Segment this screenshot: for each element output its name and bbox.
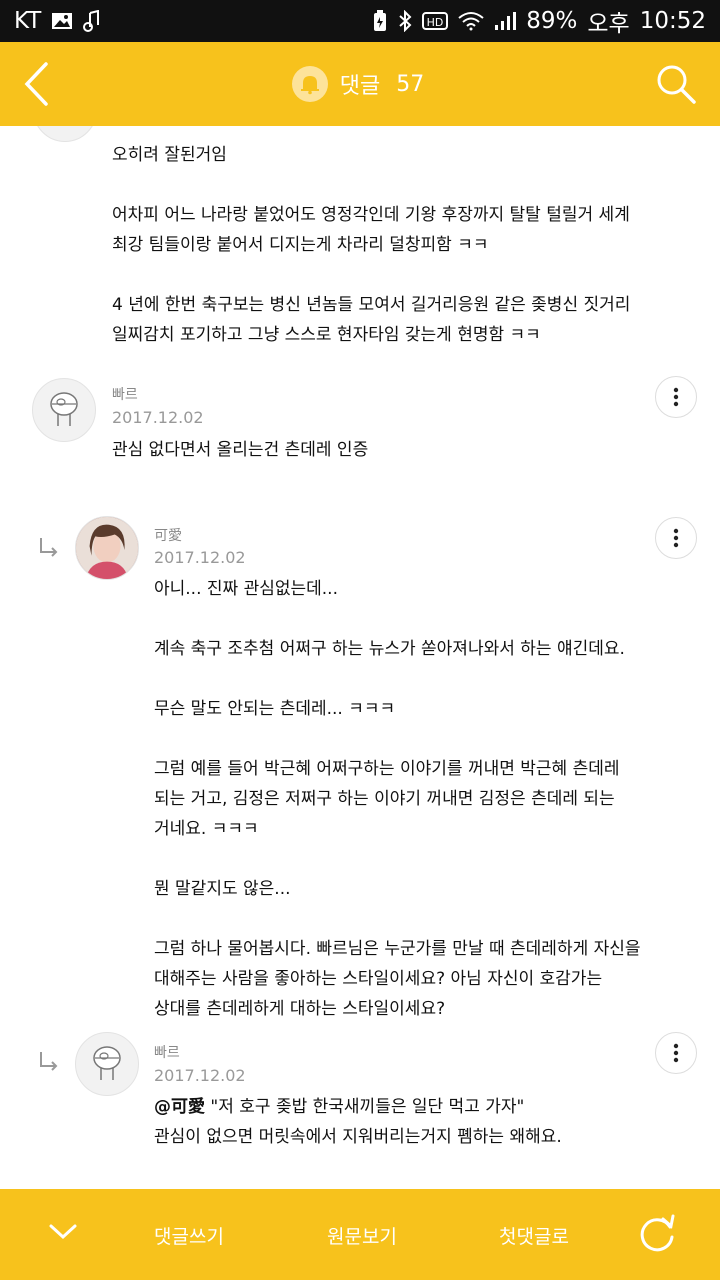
comment-body-rest: 관심이 없으면 머릿속에서 지워버리는거지 폠하는 왜해요. <box>154 1127 562 1147</box>
comment-author[interactable]: 빠르 <box>112 384 138 404</box>
comment-body: 아니... 진짜 관심없는데... 계속 축구 조추첨 어쩌구 하는 뉴스가 쏟… <box>154 579 641 1019</box>
comment-date: 2017.12.02 <box>154 1066 246 1085</box>
battery-percentage: 89% <box>526 8 578 34</box>
hd-icon: HD <box>422 11 449 31</box>
chevron-down-icon[interactable] <box>48 1223 78 1245</box>
comment-reply: 빠르 2017.12.02 @可愛 "저 호구 좆밥 한국새끼들은 일단 먹고 … <box>0 1032 720 1182</box>
clock-time: 10:52 <box>639 8 706 34</box>
comment-count: 57 <box>396 71 425 97</box>
more-options-button[interactable] <box>655 376 697 418</box>
bluetooth-icon <box>398 10 412 32</box>
status-bar: KT HD 89% 오후 10:52 <box>0 0 720 42</box>
comment-author[interactable]: 可愛 <box>154 525 182 545</box>
reply-arrow-icon <box>40 538 58 557</box>
header-title-group: 댓글 57 <box>291 66 425 102</box>
comment-reply: 可愛 2017.12.02 아니... 진짜 관심없는데... 계속 축구 조추… <box>0 514 720 1019</box>
wifi-icon <box>458 11 484 31</box>
view-original-button[interactable]: 원문보기 <box>327 1222 397 1249</box>
refresh-icon[interactable] <box>637 1213 677 1257</box>
more-options-button[interactable] <box>655 517 697 559</box>
avatar <box>75 1032 139 1096</box>
comment-body: 관심 없다면서 올리는건 츤데레 인증 <box>112 440 369 460</box>
more-vertical-icon <box>673 1043 679 1063</box>
music-icon <box>83 10 101 32</box>
svg-text:HD: HD <box>427 16 444 29</box>
comments-header: 댓글 57 <box>0 42 720 126</box>
comment-body: @可愛 "저 호구 좆밥 한국새끼들은 일단 먹고 가자" 관심이 없으면 머릿… <box>154 1092 694 1152</box>
bottom-action-bar: 댓글쓰기 원문보기 첫댓글로 <box>0 1189 720 1280</box>
first-comment-button[interactable]: 첫댓글로 <box>499 1222 569 1249</box>
mention-link[interactable]: @可愛 <box>154 1097 205 1117</box>
comment-list[interactable]: 오히려 잘된거임 어차피 어느 나라랑 붙었어도 영정각인데 기왕 후장까지 탈… <box>0 126 720 1189</box>
comment-date: 2017.12.02 <box>112 408 204 427</box>
avatar <box>32 378 96 442</box>
comment-date: 2017.12.02 <box>154 548 246 567</box>
carrier-name: KT <box>14 8 42 34</box>
avatar <box>75 516 139 580</box>
page-title: 댓글 <box>339 74 381 99</box>
comment-item: 오히려 잘된거임 어차피 어느 나라랑 붙었어도 영정각인데 기왕 후장까지 탈… <box>0 126 720 356</box>
comment-body: 오히려 잘된거임 어차피 어느 나라랑 붙었어도 영정각인데 기왕 후장까지 탈… <box>112 145 631 345</box>
signal-icon <box>494 11 517 31</box>
comment-author[interactable]: 빠르 <box>154 1042 180 1062</box>
comment-body-first-line: "저 호구 좆밥 한국새끼들은 일단 먹고 가자" <box>205 1097 525 1117</box>
reply-arrow-icon <box>40 1052 58 1071</box>
time-period: 오후 <box>587 11 630 37</box>
avatar <box>33 126 97 142</box>
bell-icon[interactable] <box>291 66 328 102</box>
more-vertical-icon <box>673 387 679 407</box>
comment-item: 빠르 2017.12.02 관심 없다면서 올리는건 츤데레 인증 <box>0 372 720 472</box>
more-vertical-icon <box>673 528 679 548</box>
search-icon[interactable] <box>654 59 698 109</box>
write-comment-button[interactable]: 댓글쓰기 <box>154 1222 224 1249</box>
image-icon <box>51 11 73 31</box>
back-chevron-icon[interactable] <box>22 59 62 109</box>
battery-saver-icon <box>372 10 388 32</box>
more-options-button[interactable] <box>655 1032 697 1074</box>
